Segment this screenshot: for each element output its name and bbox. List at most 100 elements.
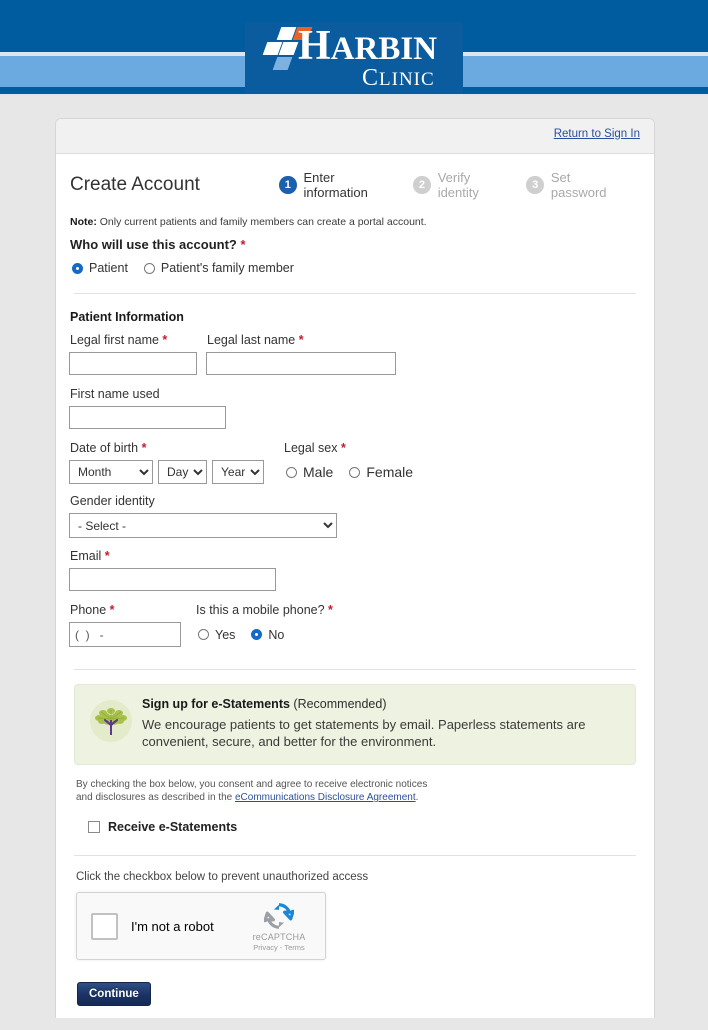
divider-above-estatements <box>74 669 636 670</box>
phone-group: Phone * <box>69 603 181 647</box>
phone-row: Phone * Is this a mobile phone? * Yes <box>69 603 641 647</box>
receive-estatements-label: Receive e-Statements <box>108 820 238 834</box>
gender-identity-group: Gender identity - Select - <box>69 494 641 538</box>
actions-row: Continue <box>69 982 641 1030</box>
required-marker: * <box>141 441 147 455</box>
email-group: Email * <box>69 549 641 591</box>
disclosure-line-2-post: . <box>415 792 419 803</box>
dob-year-select[interactable]: Year <box>212 460 264 484</box>
recaptcha-widget[interactable]: I'm not a robot reCAPTCHA Privacy - Term… <box>76 892 326 960</box>
email-label: Email * <box>69 549 641 563</box>
radio-male-control[interactable] <box>286 466 297 478</box>
radio-female-control[interactable] <box>349 466 361 478</box>
legal-sex-group: Legal sex * Male Female <box>283 441 429 484</box>
mobile-phone-group: Is this a mobile phone? * Yes No <box>195 603 333 647</box>
phone-input[interactable] <box>69 622 181 647</box>
required-marker: * <box>328 603 333 617</box>
portal-note-prefix: Note: <box>70 216 97 228</box>
radio-mobile-yes[interactable]: Yes <box>198 628 235 642</box>
radio-mobile-yes-label: Yes <box>215 627 236 642</box>
disclosure-line-2-pre: and disclosures as described in the <box>76 792 235 803</box>
account-user-question-text: Who will use this account? <box>70 237 237 252</box>
estatements-text: Sign up for e-Statements (Recommended) W… <box>135 697 621 750</box>
legal-last-name-label-text: Legal last name <box>207 333 296 347</box>
captcha-hint: Click the checkbox below to prevent unau… <box>76 871 369 883</box>
legal-first-name-label-text: Legal first name <box>70 333 159 347</box>
portal-note: Note: Only current patients and family m… <box>69 216 641 228</box>
date-of-birth-label-text: Date of birth <box>70 441 139 455</box>
patient-information-heading: Patient Information <box>70 310 184 324</box>
required-marker: * <box>162 333 168 347</box>
radio-female[interactable]: Female <box>349 464 413 480</box>
estatements-disclosure: By checking the box below, you consent a… <box>69 778 641 804</box>
radio-family-member-control[interactable] <box>143 262 155 274</box>
tree-icon <box>89 697 135 750</box>
recaptcha-privacy-terms[interactable]: Privacy - Terms <box>242 943 316 952</box>
step-1-label: Enter information <box>303 170 368 200</box>
phone-label-text: Phone <box>70 603 107 617</box>
legal-sex-label-text: Legal sex <box>284 441 338 455</box>
harbin-clinic-logo[interactable]: HARBIN CLINIC <box>245 22 463 94</box>
legal-last-name-label: Legal last name * <box>206 333 406 347</box>
recaptcha-label: I'm not a robot <box>131 918 214 934</box>
first-name-used-label: First name used <box>70 387 160 401</box>
radio-mobile-no-control[interactable] <box>251 629 263 640</box>
dob-and-sex-row: Date of birth * Month Day Year Legal sex… <box>69 441 641 484</box>
legal-first-name-label: Legal first name * <box>69 333 205 347</box>
divider-above-patient-info <box>74 293 636 294</box>
radio-mobile-no[interactable]: No <box>251 628 284 642</box>
page-title: Create Account <box>70 174 200 195</box>
radio-patient[interactable]: Patient <box>72 261 128 275</box>
legal-first-name-input[interactable] <box>69 352 197 375</box>
email-input[interactable] <box>69 568 276 591</box>
radio-family-member[interactable]: Patient's family member <box>143 261 294 275</box>
radio-female-label: Female <box>366 464 414 480</box>
required-marker: * <box>240 237 246 252</box>
legal-last-name-input[interactable] <box>206 352 396 375</box>
radio-patient-label: Patient <box>89 261 128 275</box>
recaptcha-brand-name: reCAPTCHA <box>252 932 306 942</box>
dob-selects: Month Day Year <box>69 460 264 484</box>
card-body: Create Account 1 Enter information 2 Ver… <box>56 154 654 1030</box>
logo-secondary-text: CLINIC <box>362 65 435 91</box>
legal-sex-label: Legal sex * <box>283 441 429 455</box>
step-1-enter-information[interactable]: 1 Enter information <box>279 170 399 200</box>
title-and-steps-row: Create Account 1 Enter information 2 Ver… <box>69 154 641 216</box>
recaptcha-logo-icon <box>242 901 316 931</box>
divider-above-captcha <box>74 855 636 856</box>
radio-male[interactable]: Male <box>286 464 333 480</box>
recaptcha-checkbox[interactable] <box>91 912 118 940</box>
estatements-title-bold: Sign up for e-Statements <box>142 697 290 711</box>
mobile-phone-radio-group: Yes No <box>195 622 333 647</box>
estatements-body: We encourage patients to get statements … <box>142 717 586 749</box>
card-top-bar: Return to Sign In <box>56 119 654 154</box>
continue-button[interactable]: Continue <box>77 982 151 1006</box>
dob-day-select[interactable]: Day <box>158 460 207 484</box>
required-marker: * <box>104 549 110 563</box>
logo-primary-text: HARBIN <box>298 23 438 69</box>
return-to-sign-in-link[interactable]: Return to Sign In <box>554 128 640 140</box>
legal-sex-radio-group: Male Female <box>283 460 429 484</box>
disclosure-line-2: and disclosures as described in the eCom… <box>76 791 641 804</box>
legal-first-name-group: Legal first name * <box>69 333 205 375</box>
legal-last-name-group: Legal last name * <box>206 333 406 375</box>
site-header-banner: HARBIN CLINIC <box>0 0 708 96</box>
gender-identity-select[interactable]: - Select - <box>69 513 337 538</box>
receive-estatements-checkbox[interactable] <box>88 821 100 833</box>
radio-mobile-yes-control[interactable] <box>198 629 209 640</box>
ecommunications-disclosure-agreement-link[interactable]: eCommunications Disclosure Agreement <box>235 792 416 803</box>
step-2-label: Verify identity <box>437 170 479 200</box>
portal-note-text: Only current patients and family members… <box>96 216 427 228</box>
dob-month-select[interactable]: Month <box>69 460 153 484</box>
radio-patient-control[interactable] <box>72 262 83 274</box>
step-2-number: 2 <box>413 176 431 194</box>
create-account-card: Return to Sign In Create Account 1 Enter… <box>55 118 655 1018</box>
account-user-question: Who will use this account? * <box>69 237 641 252</box>
step-3-label: Set password <box>550 170 607 200</box>
radio-family-member-label: Patient's family member <box>160 261 294 275</box>
receive-estatements-row[interactable]: Receive e-Statements <box>69 820 641 834</box>
first-name-used-input[interactable] <box>69 406 226 429</box>
radio-mobile-no-label: No <box>268 627 285 642</box>
step-3-set-password: 3 Set password <box>526 170 627 200</box>
mobile-phone-question-text: Is this a mobile phone? <box>196 603 325 617</box>
